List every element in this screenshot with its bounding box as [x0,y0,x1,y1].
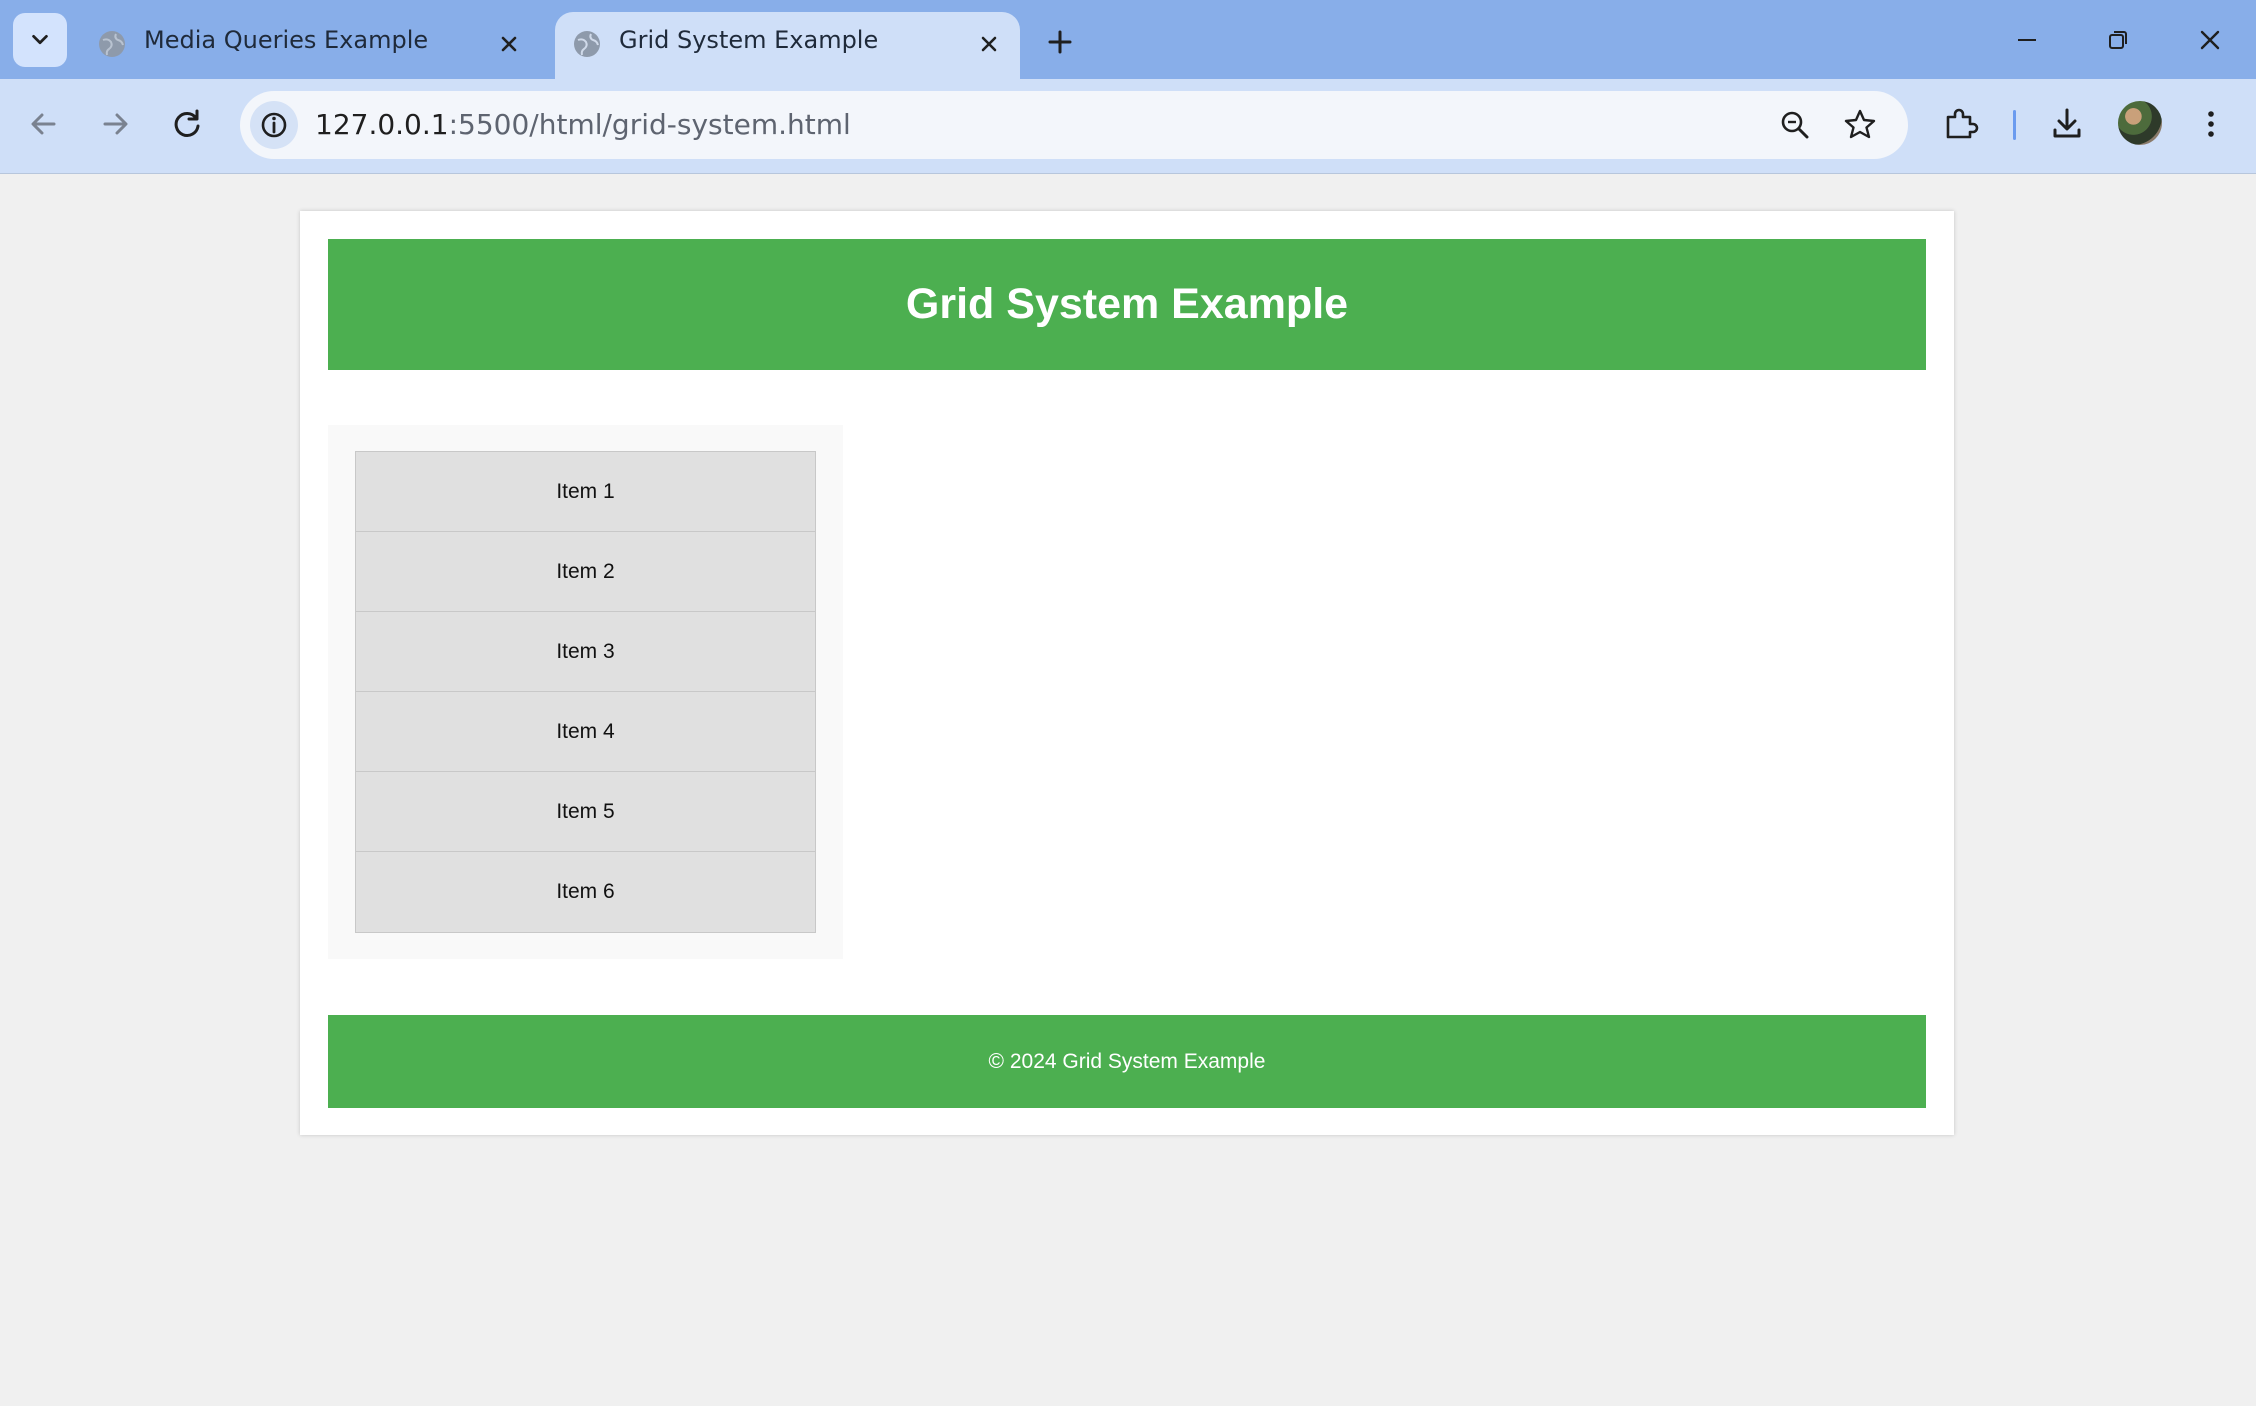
chevron-down-icon [32,34,48,45]
grid-panel: Item 1 Item 2 Item 3 Item 4 Item 5 Item … [328,425,843,959]
extensions-puzzle-icon[interactable] [1938,101,1984,147]
tab-grid-system[interactable]: Grid System Example [555,12,1020,79]
info-icon [261,112,287,138]
tab-search-button[interactable] [13,13,67,67]
footer-text: © 2024 Grid System Example [988,1049,1266,1073]
profile-avatar[interactable] [2118,101,2162,145]
more-menu-icon[interactable] [2188,101,2234,147]
toolbar-divider [2013,110,2016,140]
tab-title: Media Queries Example [144,26,429,54]
grid-item: Item 1 [356,452,815,532]
url-host: 127.0.0.1 [315,108,449,141]
tab-media-queries[interactable]: Media Queries Example [80,12,540,79]
grid-item: Item 3 [356,612,815,692]
globe-icon [574,31,600,57]
globe-icon [99,31,125,57]
new-tab-icon[interactable] [1042,24,1078,60]
tab-title: Grid System Example [619,26,879,54]
reload-icon[interactable] [164,101,210,147]
bookmark-star-icon[interactable] [1840,105,1880,145]
close-window-icon[interactable] [2190,20,2230,60]
close-icon[interactable] [975,30,1003,58]
zoom-icon[interactable] [1775,105,1815,145]
site-info-button[interactable] [250,101,298,149]
page-header: Grid System Example [328,239,1926,370]
grid-item: Item 2 [356,532,815,612]
url-text: 127.0.0.1:5500/html/grid-system.html [315,108,851,141]
page-container: Grid System Example Item 1 Item 2 Item 3… [300,211,1954,1135]
close-icon[interactable] [495,30,523,58]
page-title: Grid System Example [905,280,1349,328]
forward-arrow-icon[interactable] [92,101,138,147]
grid-item: Item 4 [356,692,815,772]
page-footer: © 2024 Grid System Example [328,1015,1926,1108]
download-icon[interactable] [2044,101,2090,147]
url-path: :5500/html/grid-system.html [448,108,851,141]
grid-item: Item 5 [356,772,815,852]
address-bar[interactable]: 127.0.0.1:5500/html/grid-system.html [240,91,1908,159]
restore-icon[interactable] [2098,20,2138,60]
browser-toolbar: 127.0.0.1:5500/html/grid-system.html [0,79,2256,174]
tab-strip: Media Queries Example Grid System Exampl… [0,0,2256,79]
grid-item: Item 6 [356,852,815,932]
grid-container: Item 1 Item 2 Item 3 Item 4 Item 5 Item … [355,451,816,933]
back-arrow-icon[interactable] [21,101,67,147]
minimize-icon[interactable] [2007,20,2047,60]
